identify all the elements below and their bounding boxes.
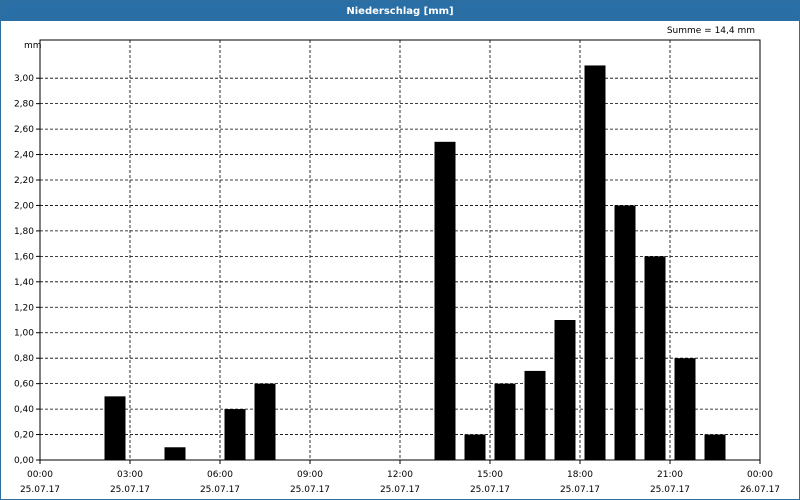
y-tick-label: 0,60	[14, 380, 34, 390]
y-tick-label: 1,60	[14, 252, 34, 262]
precipitation-bar	[704, 434, 726, 460]
y-axis-unit-label: mm	[24, 41, 42, 51]
precipitation-bar	[104, 396, 126, 460]
x-tick-time-label: 00:00	[747, 470, 773, 480]
x-tick-time-label: 09:00	[297, 470, 323, 480]
x-tick-time-label: 15:00	[477, 470, 503, 480]
y-tick-label: 2,40	[14, 151, 34, 161]
x-tick-time-label: 12:00	[387, 470, 413, 480]
y-tick-label: 2,80	[14, 100, 34, 110]
y-tick-label: 1,00	[14, 329, 34, 339]
x-tick-time-label: 06:00	[207, 470, 233, 480]
y-tick-label: 0,80	[14, 354, 34, 364]
x-tick-time-label: 00:00	[27, 470, 53, 480]
y-tick-label: 3,00	[14, 74, 34, 84]
y-tick-label: 0,20	[14, 431, 34, 441]
y-tick-label: 0,40	[14, 405, 34, 415]
x-tick-date-label: 25.07.17	[560, 485, 600, 495]
x-tick-date-label: 25.07.17	[650, 485, 690, 495]
precipitation-bar	[554, 320, 576, 460]
x-tick-date-label: 25.07.17	[470, 485, 510, 495]
y-tick-label: 2,00	[14, 201, 34, 211]
precipitation-bar	[674, 358, 696, 460]
precipitation-bar	[614, 205, 636, 460]
y-tick-label: 0,00	[14, 456, 34, 466]
chart-bars	[104, 65, 726, 461]
precipitation-bar	[584, 65, 606, 461]
x-tick-date-label: 25.07.17	[110, 485, 150, 495]
y-tick-labels: 0,00 0,20 0,40 0,60 0,80 1,00 1,20 1,40 1,60 1,80…	[14, 74, 34, 466]
precipitation-bar	[434, 141, 456, 460]
y-tick-label: 2,20	[14, 176, 34, 186]
y-tick-label: 1,40	[14, 278, 34, 288]
x-tick-time-label: 18:00	[567, 470, 593, 480]
x-tick-date-label: 25.07.17	[380, 485, 420, 495]
x-tick-labels: 00:00 25.07.17 03:00 25.07.17 06:00 25.07.17 0…	[20, 470, 780, 495]
precipitation-bar	[224, 409, 246, 460]
precipitation-bar	[464, 434, 486, 460]
precipitation-bar	[254, 383, 276, 460]
precipitation-bar	[164, 447, 186, 460]
y-tick-label: 1,80	[14, 227, 34, 237]
precipitation-bar	[644, 256, 666, 460]
x-tick-time-label: 03:00	[117, 470, 143, 480]
x-tick-time-label: 21:00	[657, 470, 683, 480]
x-tick-date-label: 26.07.17	[740, 485, 780, 495]
y-tick-label: 2,60	[14, 125, 34, 135]
precipitation-bar	[524, 370, 546, 460]
x-tick-date-label: 25.07.17	[20, 485, 60, 495]
precipitation-bar	[494, 383, 516, 460]
x-tick-date-label: 25.07.17	[290, 485, 330, 495]
y-tick-label: 1,20	[14, 303, 34, 313]
x-tick-date-label: 25.07.17	[200, 485, 240, 495]
precipitation-chart: mm 0,00 0,20 0,40 0,60 0,80 1,00 1,20 1,40 1,60 1…	[14, 39, 780, 495]
